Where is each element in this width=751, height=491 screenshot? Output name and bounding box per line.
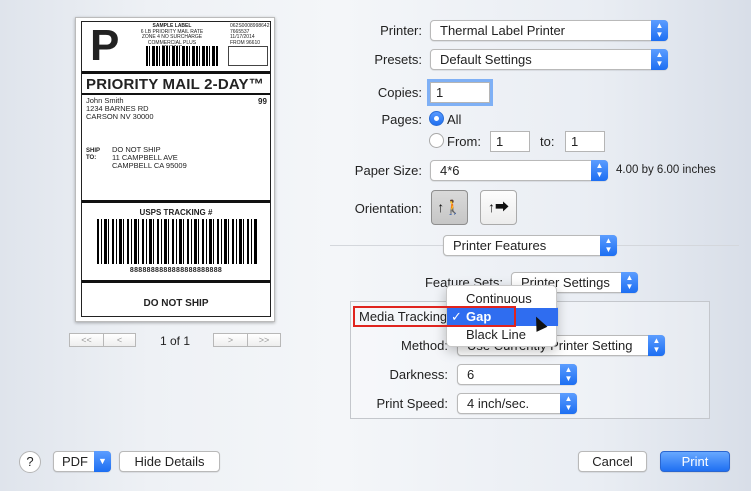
printer-value: Thermal Label Printer xyxy=(440,23,565,38)
landscape-icon: ↑⮕ xyxy=(488,199,509,215)
first-page-button[interactable]: << xyxy=(69,333,104,347)
divider xyxy=(82,200,270,203)
copies-field[interactable]: 1 xyxy=(430,82,490,103)
label-footer: DO NOT SHIP xyxy=(143,298,209,309)
chevron-updown-icon: ▲▼ xyxy=(651,20,668,41)
pages-label: Pages: xyxy=(381,112,422,127)
presets-value: Default Settings xyxy=(440,52,532,67)
copies-label: Copies: xyxy=(377,85,422,100)
paper-size-value: 4*6 xyxy=(440,163,460,178)
paper-size-label: Paper Size: xyxy=(354,163,422,178)
next-page-button[interactable]: > xyxy=(213,333,248,347)
paper-size-popup[interactable]: 4*6 ▲ ▼ xyxy=(430,160,608,181)
hide-details-button[interactable]: Hide Details xyxy=(119,451,220,472)
portrait-orientation-button[interactable]: ↑🚶 xyxy=(431,190,468,225)
chevron-updown-icon: ▲▼ xyxy=(560,393,577,414)
pages-range-radio[interactable] xyxy=(429,133,444,148)
pages-all-radio[interactable] xyxy=(429,111,444,126)
divider xyxy=(82,93,270,95)
last-page-button[interactable]: >> xyxy=(247,333,281,347)
zone-code: 99 xyxy=(258,97,267,106)
chevron-down-icon: ▼ xyxy=(94,451,111,472)
label-preview: P SAMPLE LABEL 6 LB PRIORITY MAIL RATE Z… xyxy=(75,17,275,322)
tracking-title: USPS TRACKING # xyxy=(139,208,213,217)
highlight-box xyxy=(353,306,516,327)
postage-stamp-box xyxy=(228,46,268,66)
chevron-updown-icon: ▲▼ xyxy=(560,364,577,385)
ship-to-label: SHIP TO: xyxy=(86,148,101,161)
from-address: John Smith 1234 BARNES RD CARSON NV 3000… xyxy=(86,96,154,121)
method-label: Method: xyxy=(401,338,448,353)
pages-to-field[interactable]: 1 xyxy=(565,131,605,152)
pdf-label: PDF xyxy=(62,454,88,469)
section-popup[interactable]: Printer Features ▲ ▼ xyxy=(443,235,617,256)
postage-2d-barcode xyxy=(146,46,218,66)
prev-page-button[interactable]: < xyxy=(103,333,136,347)
darkness-popup[interactable]: 6 ▲ ▼ xyxy=(457,364,577,385)
portrait-icon: ↑🚶 xyxy=(437,199,462,215)
pdf-menu-button[interactable]: PDF ▼ xyxy=(53,451,111,472)
divider xyxy=(82,280,270,283)
tracking-barcode xyxy=(97,219,257,264)
orientation-label: Orientation: xyxy=(354,201,422,216)
paper-size-description: 4.00 by 6.00 inches xyxy=(616,164,716,176)
pages-all-label: All xyxy=(447,112,462,127)
print-speed-popup[interactable]: 4 inch/sec. ▲ ▼ xyxy=(457,393,577,414)
chevron-updown-icon: ▲▼ xyxy=(621,272,638,293)
darkness-label: Darkness: xyxy=(389,367,448,382)
cancel-button[interactable]: Cancel xyxy=(578,451,647,472)
pages-to-label: to: xyxy=(540,134,555,149)
chevron-updown-icon: ▲▼ xyxy=(600,235,617,256)
print-speed-label: Print Speed: xyxy=(376,396,448,411)
section-popup-value: Printer Features xyxy=(453,238,547,253)
presets-popup[interactable]: Default Settings ▲ ▼ xyxy=(430,49,668,70)
postage-info: 062S0008998642 7665537 11/17/2014 FROM 9… xyxy=(230,23,270,46)
divider xyxy=(82,71,270,74)
pages-from-field[interactable]: 1 xyxy=(490,131,530,152)
chevron-updown-icon: ▲▼ xyxy=(591,160,608,181)
service-letter: P xyxy=(90,21,120,70)
page-indicator: 1 of 1 xyxy=(159,334,191,348)
chevron-updown-icon: ▲▼ xyxy=(651,49,668,70)
label-frame: P SAMPLE LABEL 6 LB PRIORITY MAIL RATE Z… xyxy=(81,21,271,317)
pages-from-label: From: xyxy=(447,134,481,149)
landscape-orientation-button[interactable]: ↑⮕ xyxy=(480,190,517,225)
printer-label: Printer: xyxy=(380,23,422,38)
presets-label: Presets: xyxy=(374,52,422,67)
service-name: PRIORITY MAIL 2-DAY™ xyxy=(86,76,264,93)
ship-to-address: DO NOT SHIP 11 CAMPBELL AVE CAMPBELL CA … xyxy=(112,145,187,170)
help-button[interactable]: ? xyxy=(19,451,41,473)
tracking-number: 8888888888888888888888 xyxy=(129,267,223,274)
darkness-value: 6 xyxy=(467,367,475,382)
printer-popup[interactable]: Thermal Label Printer ▲ ▼ xyxy=(430,20,668,41)
chevron-updown-icon: ▲▼ xyxy=(648,335,665,356)
print-speed-value: 4 inch/sec. xyxy=(467,396,530,411)
print-button[interactable]: Print xyxy=(660,451,730,472)
